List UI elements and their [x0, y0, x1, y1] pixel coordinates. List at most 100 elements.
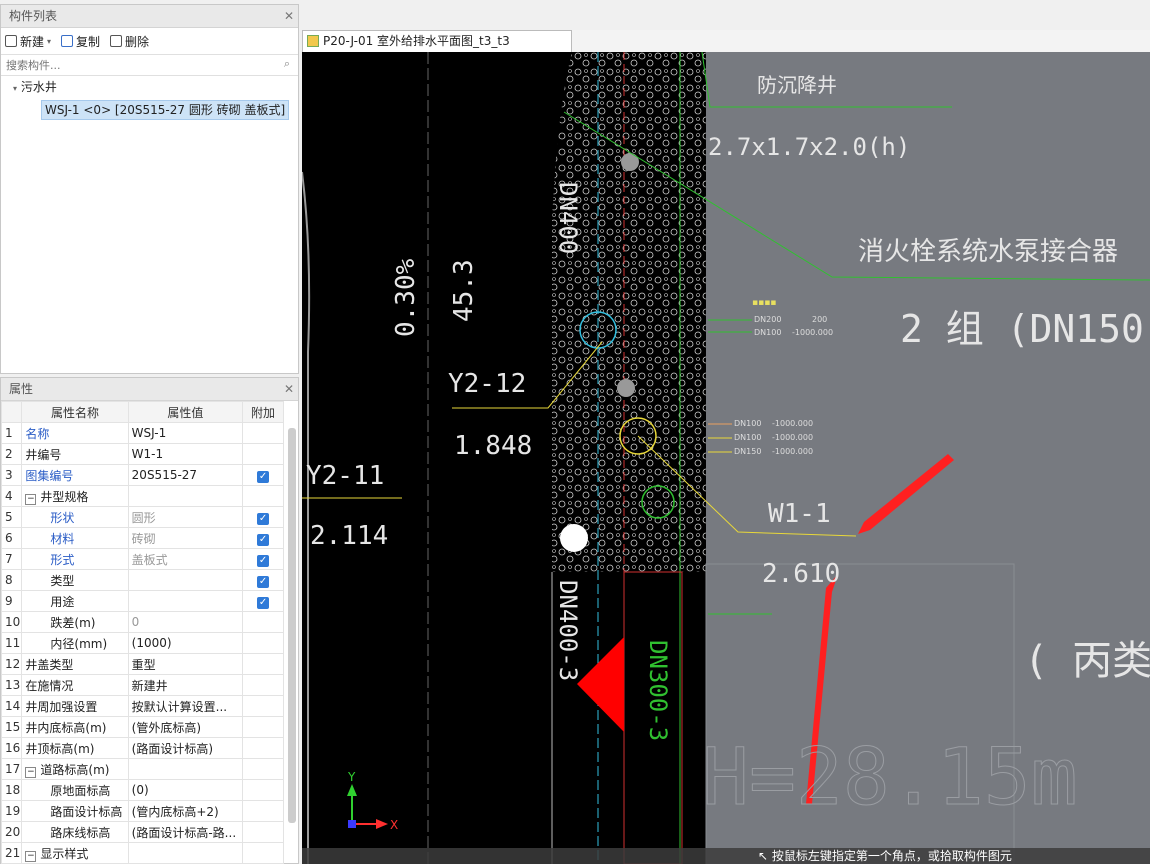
property-row[interactable]: 11 内径(mm) (1000)	[0, 632, 284, 654]
property-row[interactable]: 9 用途 ✓	[0, 590, 284, 612]
property-row[interactable]: 1 名称 WSJ-1	[0, 422, 284, 444]
tree-item[interactable]: WSJ-1 <0> [20S515-27 圆形 砖砌 盖板式]	[1, 98, 298, 120]
property-row[interactable]: 15 井内底标高(m) (管外底标高)	[0, 716, 284, 738]
copy-label: 复制	[76, 34, 101, 49]
property-row[interactable]: 4− 井型规格	[0, 485, 284, 507]
property-name-cell: 形式	[21, 548, 129, 570]
property-value[interactable]: 重型	[127, 653, 244, 675]
property-extra[interactable]	[242, 443, 284, 465]
property-value[interactable]: 砖砌	[127, 527, 244, 549]
property-extra[interactable]	[242, 716, 284, 738]
property-extra[interactable]: ✓	[242, 464, 284, 486]
close-icon[interactable]: ✕	[284, 5, 294, 27]
search-icon[interactable]: ⌕	[284, 57, 290, 71]
row-index: 15	[0, 716, 23, 738]
properties-table: 属性名称 属性值 附加 1 名称 WSJ-1 2 井编号 W1-1 3 图集编号 20S515-…	[0, 401, 284, 864]
row-index: 19	[0, 800, 23, 822]
property-value[interactable]: 新建井	[127, 674, 244, 696]
property-row[interactable]: 21− 显示样式	[0, 842, 284, 864]
property-value[interactable]: (路面设计标高)	[127, 737, 244, 759]
tree-group-node[interactable]: ▾ 污水井	[1, 76, 298, 98]
new-button[interactable]: 新建 ▾	[5, 33, 51, 50]
property-row[interactable]: 8 类型 ✓	[0, 569, 284, 591]
checkbox-checked-icon[interactable]: ✓	[257, 533, 270, 546]
search-input[interactable]	[4, 57, 268, 73]
property-extra[interactable]	[242, 632, 284, 654]
delete-button[interactable]: 删除	[110, 33, 149, 50]
property-extra[interactable]: ✓	[242, 569, 284, 591]
property-row[interactable]: 12 井盖类型 重型	[0, 653, 284, 675]
property-extra[interactable]	[242, 653, 284, 675]
property-extra[interactable]	[242, 611, 284, 633]
close-icon[interactable]: ✕	[284, 378, 294, 400]
expand-icon[interactable]: ▾	[13, 84, 17, 93]
property-extra[interactable]	[242, 674, 284, 696]
row-index: 9	[0, 590, 23, 612]
chevron-down-icon[interactable]: ▾	[47, 37, 51, 46]
property-name: 名称	[25, 426, 50, 441]
label-xiaohuo: 消火栓系统水泵接合器	[858, 237, 1118, 267]
property-row[interactable]: 3 图集编号 20S515-27 ✓	[0, 464, 284, 486]
property-extra[interactable]: ✓	[242, 527, 284, 549]
properties-header-row: 属性名称 属性值 附加	[0, 401, 284, 423]
property-value[interactable]: 20S515-27	[127, 464, 244, 486]
property-value[interactable]: 0	[127, 611, 244, 633]
property-row[interactable]: 19 路面设计标高 (管内底标高+2)	[0, 800, 284, 822]
component-toolbar: 新建 ▾ 复制 删除	[1, 28, 298, 55]
property-value[interactable]: 按默认计算设置...	[127, 695, 244, 717]
property-value[interactable]: 圆形	[127, 506, 244, 528]
property-value[interactable]: (1000)	[127, 632, 244, 654]
property-row[interactable]: 14 井周加强设置 按默认计算设置...	[0, 695, 284, 717]
collapse-icon[interactable]: −	[25, 493, 37, 505]
property-extra[interactable]	[242, 842, 284, 864]
checkbox-checked-icon[interactable]: ✓	[257, 554, 270, 567]
properties-scrollbar[interactable]	[288, 428, 296, 823]
property-value[interactable]	[127, 590, 244, 612]
property-extra[interactable]	[242, 758, 284, 780]
property-value[interactable]: WSJ-1	[127, 422, 244, 444]
property-extra[interactable]	[242, 422, 284, 444]
property-extra[interactable]	[242, 737, 284, 759]
property-value[interactable]	[127, 485, 244, 507]
property-extra[interactable]	[242, 485, 284, 507]
property-value[interactable]: (管内底标高+2)	[127, 800, 244, 822]
property-extra[interactable]	[242, 779, 284, 801]
property-value[interactable]: (管外底标高)	[127, 716, 244, 738]
property-row[interactable]: 17− 道路标高(m)	[0, 758, 284, 780]
property-row[interactable]: 10 跌差(m) 0	[0, 611, 284, 633]
checkbox-checked-icon[interactable]: ✓	[257, 470, 270, 483]
checkbox-checked-icon[interactable]: ✓	[257, 512, 270, 525]
property-extra[interactable]	[242, 821, 284, 843]
property-row[interactable]: 5 形状 圆形 ✓	[0, 506, 284, 528]
property-extra[interactable]: ✓	[242, 590, 284, 612]
property-row[interactable]: 20 路床线标高 (路面设计标高-路...	[0, 821, 284, 843]
property-row[interactable]: 13 在施情况 新建井	[0, 674, 284, 696]
collapse-icon[interactable]: −	[25, 850, 37, 862]
property-name: 井内底标高(m)	[25, 720, 107, 735]
cad-canvas[interactable]: ▪▪▪▪ 防沉降井 2.7x1.7x2.0(h) 消火栓系统水泵接合器 2 组 …	[302, 52, 1150, 864]
collapse-icon[interactable]: −	[25, 766, 37, 778]
label-w11-value: 2.610	[762, 559, 840, 589]
property-value[interactable]: (0)	[127, 779, 244, 801]
property-value[interactable]: 盖板式	[127, 548, 244, 570]
property-value[interactable]: (路面设计标高-路...	[127, 821, 244, 843]
tab-drawing[interactable]: P20-J-01 室外给排水平面图_t3_t3	[302, 30, 572, 52]
property-value[interactable]	[127, 842, 244, 864]
property-extra[interactable]: ✓	[242, 506, 284, 528]
property-value[interactable]: W1-1	[127, 443, 244, 465]
property-row[interactable]: 18 原地面标高 (0)	[0, 779, 284, 801]
property-row[interactable]: 6 材料 砖砌 ✓	[0, 527, 284, 549]
property-extra[interactable]	[242, 800, 284, 822]
property-row[interactable]: 7 形式 盖板式 ✓	[0, 548, 284, 570]
copy-button[interactable]: 复制	[61, 33, 100, 50]
property-extra[interactable]: ✓	[242, 548, 284, 570]
property-extra[interactable]	[242, 695, 284, 717]
property-value[interactable]	[127, 569, 244, 591]
property-row[interactable]: 16 井顶标高(m) (路面设计标高)	[0, 737, 284, 759]
checkbox-checked-icon[interactable]: ✓	[257, 575, 270, 588]
label-slope: 0.30%	[391, 258, 421, 337]
property-value[interactable]	[127, 758, 244, 780]
legend-dn150: DN150	[734, 447, 761, 456]
property-row[interactable]: 2 井编号 W1-1	[0, 443, 284, 465]
checkbox-checked-icon[interactable]: ✓	[257, 596, 270, 609]
